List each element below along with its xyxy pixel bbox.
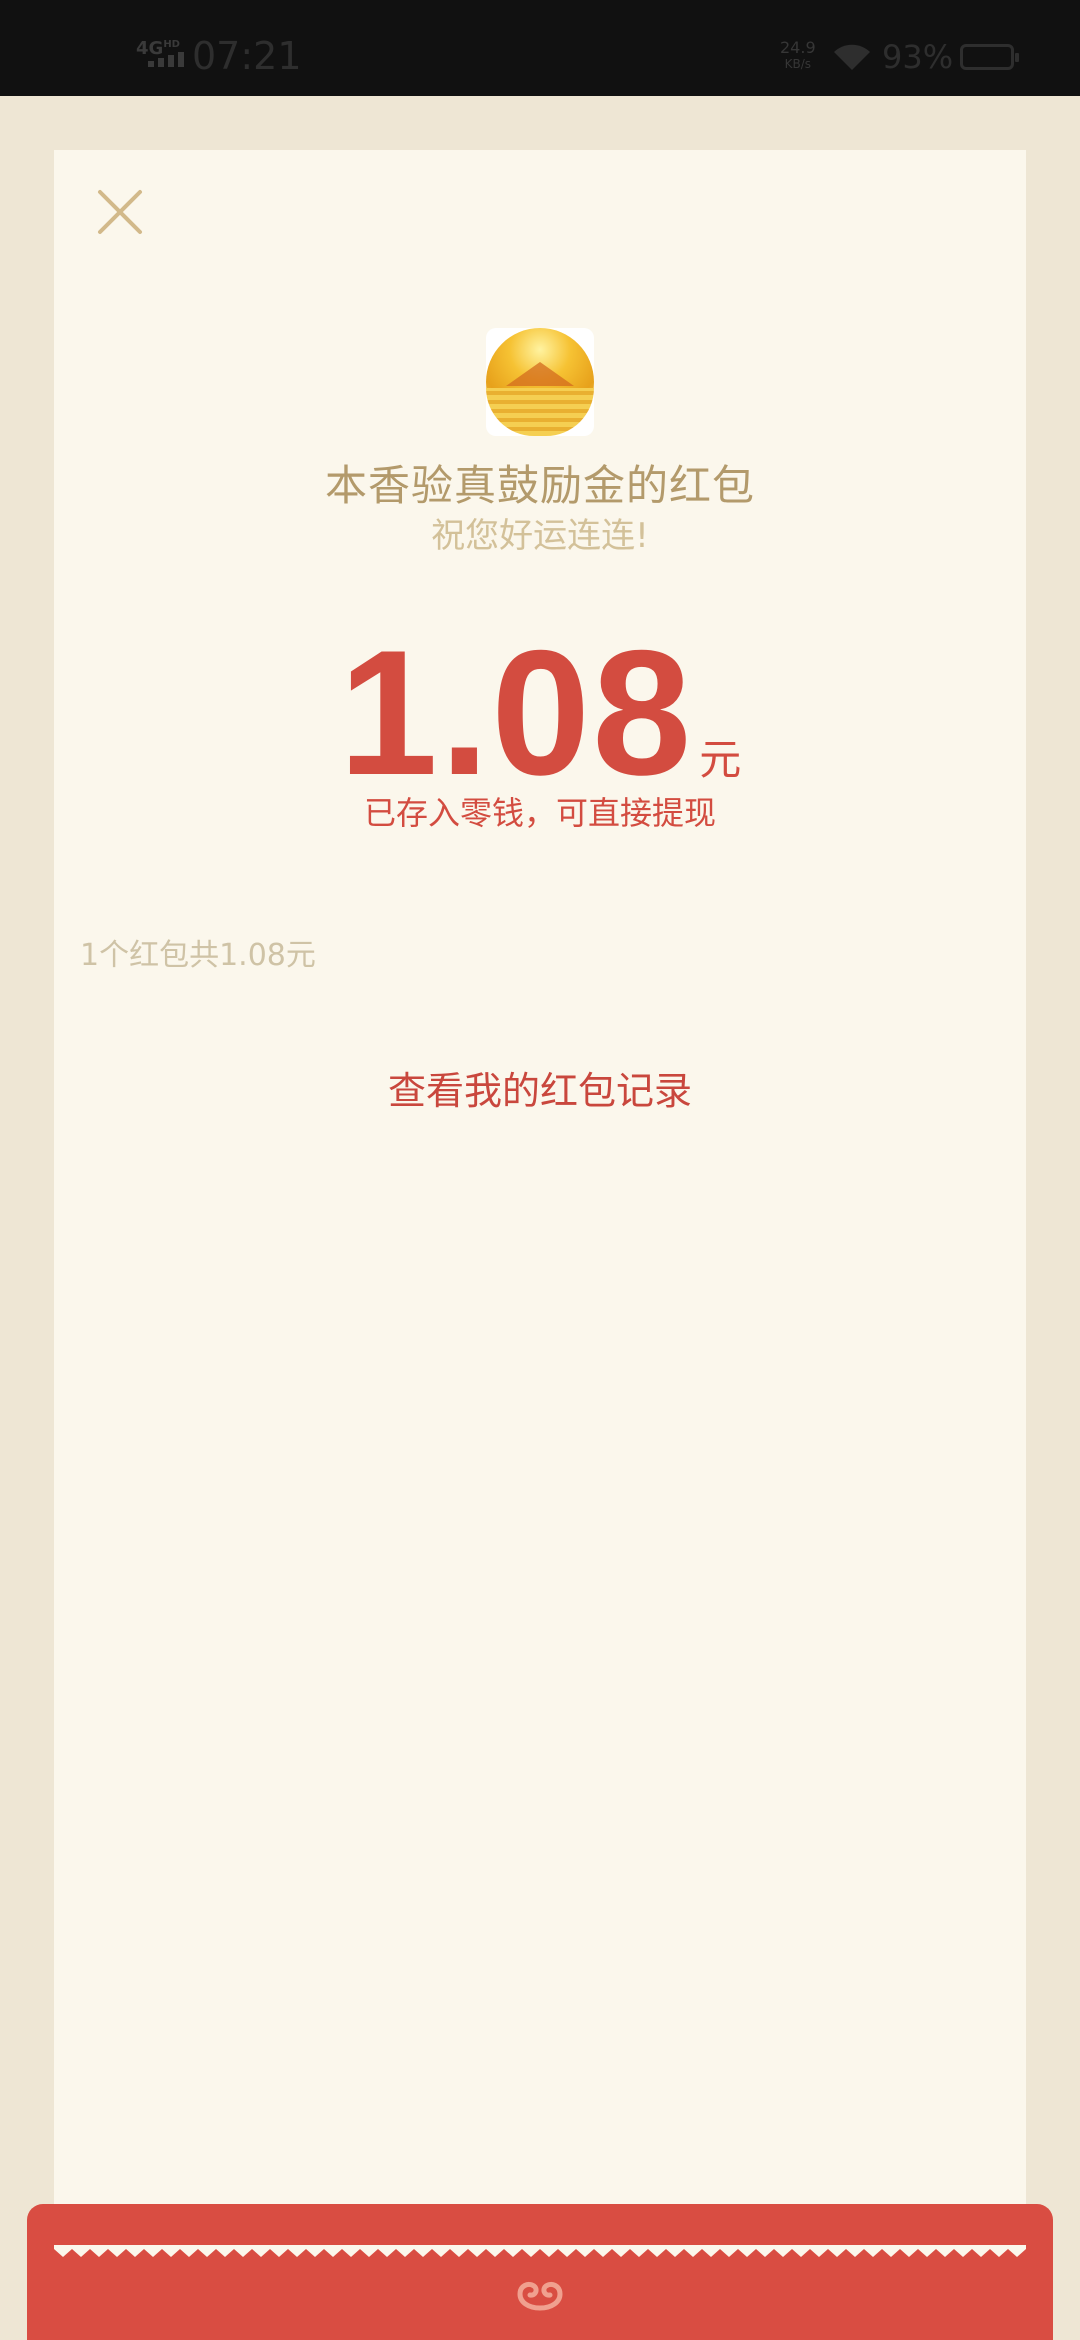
sender-avatar [486, 328, 594, 436]
battery-icon [960, 44, 1019, 70]
amount-value: 1.08 [338, 613, 694, 812]
status-bar: 4GHD 07:21 24.9 KB/s 93% [0, 0, 1080, 96]
amount-unit: 元 [699, 735, 742, 784]
close-icon[interactable] [94, 186, 146, 238]
network-speed: 24.9 KB/s [780, 38, 816, 72]
status-time: 07:21 [192, 34, 302, 78]
scalloped-edge [54, 2245, 1026, 2257]
deposit-note[interactable]: 已存入零钱，可直接提现 [54, 788, 1026, 834]
view-records-link[interactable]: 查看我的红包记录 [54, 1060, 1026, 1115]
redpacket-bottom-band [27, 2204, 1053, 2340]
amount-display: 1.08 元 [54, 610, 1026, 815]
wifi-icon [834, 44, 870, 70]
sender-name: 本香验真鼓励金的红包 [324, 461, 755, 510]
blessing-text: 祝您好运连连! [431, 516, 649, 556]
signal-icon [148, 52, 184, 67]
cloud-icon [517, 2281, 563, 2311]
packet-summary: 1个红包共1.08元 [80, 938, 316, 973]
avatar-mountain [506, 362, 574, 386]
avatar-sea [486, 388, 594, 436]
battery-percent: 93% [882, 38, 954, 76]
redpacket-detail-card: 本香验真鼓励金的红包 祝您好运连连! 1.08 元 已存入零钱，可直接提现 1个红… [54, 150, 1026, 2260]
